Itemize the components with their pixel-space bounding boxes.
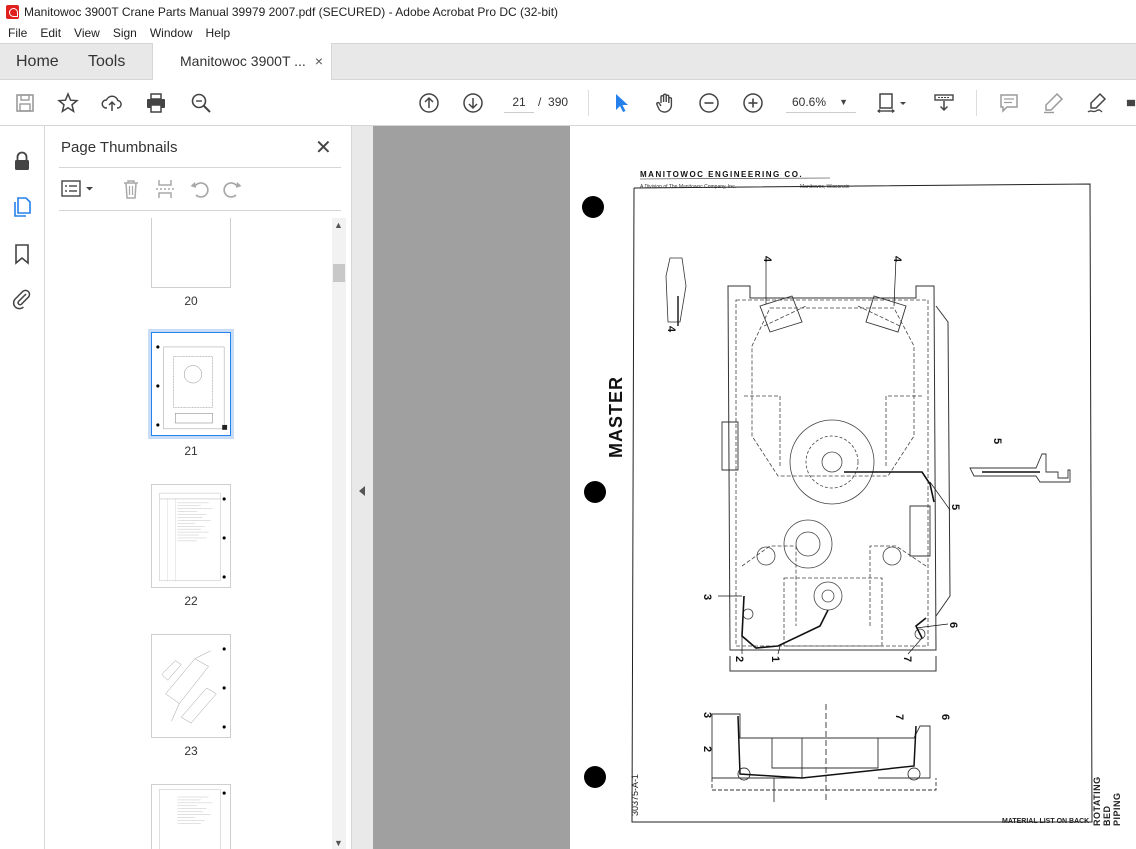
total-pages: 390 — [548, 95, 569, 109]
callout-1: 1 — [769, 656, 781, 662]
callout-4: 4 — [665, 326, 677, 333]
callout-4: 4 — [891, 256, 903, 263]
collapse-arrow-icon[interactable] — [359, 486, 365, 496]
page-fit-chevron-icon[interactable] — [897, 92, 909, 114]
callout-5: 5 — [991, 438, 1003, 444]
zoom-out-icon[interactable] — [698, 92, 720, 114]
thumbnail-scrollbar[interactable]: ▲ ▼ — [332, 218, 346, 849]
callout-4: 4 — [761, 256, 773, 263]
callout-6: 6 — [939, 714, 951, 720]
callout-7: 7 — [893, 714, 905, 720]
callout-2: 2 — [701, 746, 713, 752]
attachment-icon[interactable] — [11, 288, 33, 310]
select-cursor-icon[interactable] — [610, 92, 632, 114]
chevron-down-icon: ▼ — [839, 97, 848, 107]
left-rail — [0, 126, 45, 849]
scrollbar-thumb[interactable] — [333, 264, 345, 282]
extract-page-icon[interactable] — [154, 178, 176, 200]
callout-2: 2 — [733, 656, 745, 662]
sign-icon[interactable] — [1086, 92, 1108, 114]
menu-window[interactable]: Window — [150, 26, 193, 40]
thumbnail-label: 23 — [184, 744, 198, 758]
zoom-search-icon[interactable] — [190, 92, 212, 114]
thumbnail-page-22[interactable] — [151, 484, 231, 588]
tab-document[interactable]: Manitowoc 3900T ... × — [152, 43, 332, 80]
callout-3: 3 — [701, 712, 713, 718]
scroll-up-icon[interactable]: ▲ — [334, 220, 343, 230]
scroll-mode-icon[interactable] — [933, 92, 955, 114]
tab-close-icon[interactable]: × — [315, 53, 323, 69]
delete-page-icon[interactable] — [120, 178, 142, 200]
tab-tools[interactable]: Tools — [88, 53, 125, 71]
page-thumbnails-icon[interactable] — [11, 196, 33, 218]
print-icon[interactable] — [145, 92, 167, 114]
menu-sign[interactable]: Sign — [113, 26, 137, 40]
thumbnail-list: 20 21 22 23 — [45, 218, 332, 849]
thumbnail-preview-23 — [161, 647, 226, 729]
title-bar: Manitowoc 3900T Crane Parts Manual 39979… — [0, 0, 1136, 23]
window-title: Manitowoc 3900T Crane Parts Manual 39979… — [24, 4, 559, 19]
callout-6: 6 — [947, 622, 959, 628]
panel-close-icon[interactable]: ✕ — [315, 135, 332, 160]
menu-bar: File Edit View Sign Window Help — [0, 23, 1136, 43]
more-tools-icon[interactable] — [1126, 92, 1136, 114]
bookmark-icon[interactable] — [11, 243, 33, 265]
thumbnail-options-icon[interactable] — [61, 178, 97, 200]
highlight-pen-icon[interactable] — [1042, 92, 1064, 114]
comment-icon[interactable] — [998, 92, 1020, 114]
thumbnail-preview-21 — [152, 333, 230, 435]
thumbnail-label: 21 — [184, 444, 198, 458]
page-fit-icon[interactable] — [876, 92, 898, 114]
page-separator: / — [538, 95, 542, 109]
panel-title: Page Thumbnails — [61, 139, 178, 156]
menu-edit[interactable]: Edit — [40, 26, 61, 40]
menu-view[interactable]: View — [74, 26, 100, 40]
lock-icon[interactable] — [11, 150, 33, 172]
thumbnail-page-21[interactable] — [148, 329, 234, 439]
document-canvas[interactable]: MANITOWOC ENGINEERING CO. A Division of … — [373, 126, 1136, 849]
save-icon[interactable] — [14, 92, 36, 114]
thumbnail-label: 20 — [184, 294, 198, 308]
menu-file[interactable]: File — [8, 26, 27, 40]
rotate-left-icon[interactable] — [188, 178, 210, 200]
callout-7: 7 — [901, 656, 913, 662]
panel-divider — [59, 210, 341, 211]
thumbnail-page-23[interactable] — [151, 634, 231, 738]
page-count: / 390 — [538, 91, 568, 113]
callout-5: 5 — [949, 504, 961, 510]
zoom-level-value: 60.6% — [792, 95, 827, 109]
cloud-upload-icon[interactable] — [101, 92, 123, 114]
main-toolbar: 21 / 390 60.6% ▼ — [0, 80, 1136, 126]
next-page-icon[interactable] — [462, 92, 484, 114]
thumbnail-label: 22 — [184, 594, 198, 608]
rotating-bed-drawing: 4 4 4 5 5 3 2 1 6 7 3 2 7 6 — [631, 177, 1093, 823]
tab-bar: Home Tools Manitowoc 3900T ... × — [0, 43, 1136, 80]
scroll-down-icon[interactable]: ▼ — [334, 838, 343, 848]
thumbnail-page-24[interactable] — [151, 784, 231, 849]
thumbnail-preview-22 — [159, 492, 226, 582]
star-icon[interactable] — [57, 92, 79, 114]
callout-3: 3 — [701, 594, 713, 600]
pdf-page[interactable]: MANITOWOC ENGINEERING CO. A Division of … — [570, 126, 1136, 849]
zoom-level-select[interactable]: 60.6% ▼ — [786, 91, 856, 113]
panel-collapse-handle[interactable] — [351, 126, 373, 849]
panel-divider — [59, 167, 341, 168]
tab-document-label: Manitowoc 3900T ... — [180, 53, 306, 69]
tab-home[interactable]: Home — [16, 53, 59, 71]
page-thumbnails-panel: Page Thumbnails ✕ 20 21 22 23 — [45, 126, 351, 849]
rotate-right-icon[interactable] — [222, 178, 244, 200]
zoom-in-icon[interactable] — [742, 92, 764, 114]
menu-help[interactable]: Help — [206, 26, 231, 40]
previous-page-icon[interactable] — [418, 92, 440, 114]
hand-tool-icon[interactable] — [654, 92, 676, 114]
acrobat-app-icon — [6, 4, 19, 19]
toolbar-divider — [976, 90, 977, 116]
toolbar-divider — [588, 90, 589, 116]
thumbnail-preview-24 — [159, 789, 226, 849]
page-number-input[interactable]: 21 — [504, 91, 534, 113]
thumbnail-page-20[interactable] — [151, 218, 231, 288]
